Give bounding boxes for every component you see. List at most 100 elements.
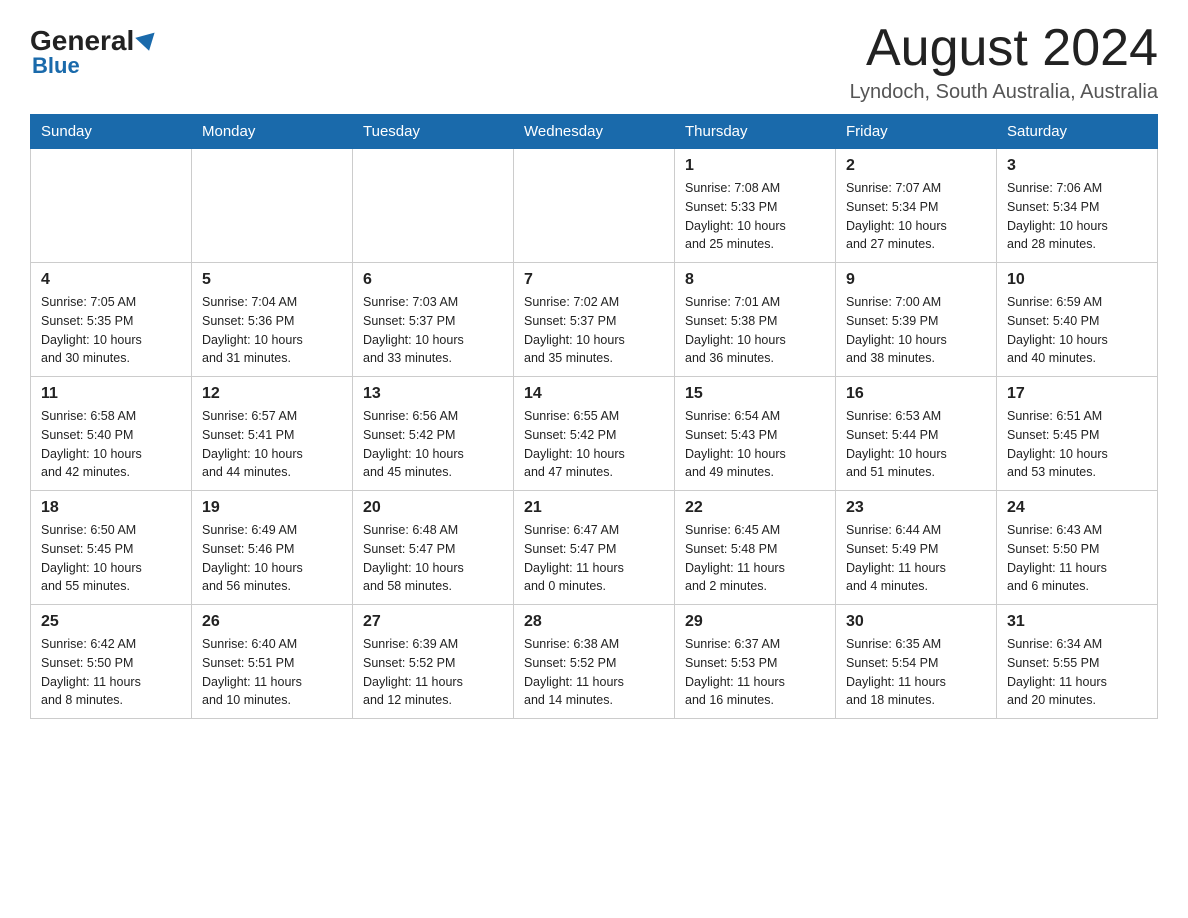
day-number: 17	[1007, 385, 1147, 403]
weekday-header-sunday: Sunday	[31, 115, 192, 149]
day-info: Sunrise: 6:44 AMSunset: 5:49 PMDaylight:…	[846, 521, 986, 596]
day-number: 25	[41, 613, 181, 631]
day-number: 6	[363, 271, 503, 289]
logo: General Blue	[30, 20, 157, 79]
day-info: Sunrise: 7:03 AMSunset: 5:37 PMDaylight:…	[363, 293, 503, 368]
day-info: Sunrise: 7:04 AMSunset: 5:36 PMDaylight:…	[202, 293, 342, 368]
calendar-cell: 31 Sunrise: 6:34 AMSunset: 5:55 PMDayligh…	[997, 605, 1158, 719]
day-info: Sunrise: 6:37 AMSunset: 5:53 PMDaylight:…	[685, 635, 825, 710]
day-info: Sunrise: 6:57 AMSunset: 5:41 PMDaylight:…	[202, 407, 342, 482]
day-info: Sunrise: 7:02 AMSunset: 5:37 PMDaylight:…	[524, 293, 664, 368]
logo-triangle-icon	[136, 33, 159, 54]
day-number: 28	[524, 613, 664, 631]
day-info: Sunrise: 6:59 AMSunset: 5:40 PMDaylight:…	[1007, 293, 1147, 368]
day-number: 31	[1007, 613, 1147, 631]
calendar-cell: 24 Sunrise: 6:43 AMSunset: 5:50 PMDayligh…	[997, 491, 1158, 605]
day-info: Sunrise: 6:40 AMSunset: 5:51 PMDaylight:…	[202, 635, 342, 710]
day-info: Sunrise: 7:08 AMSunset: 5:33 PMDaylight:…	[685, 179, 825, 254]
calendar-cell: 21 Sunrise: 6:47 AMSunset: 5:47 PMDayligh…	[514, 491, 675, 605]
logo-blue-text: Blue	[32, 53, 80, 79]
day-number: 21	[524, 499, 664, 517]
day-number: 13	[363, 385, 503, 403]
day-number: 2	[846, 157, 986, 175]
calendar-cell: 7 Sunrise: 7:02 AMSunset: 5:37 PMDaylight…	[514, 263, 675, 377]
week-row-2: 4Sunrise: 7:05 AMSunset: 5:35 PMDaylight…	[31, 263, 1158, 377]
day-info: Sunrise: 7:00 AMSunset: 5:39 PMDaylight:…	[846, 293, 986, 368]
day-info: Sunrise: 6:34 AMSunset: 5:55 PMDaylight:…	[1007, 635, 1147, 710]
day-info: Sunrise: 6:51 AMSunset: 5:45 PMDaylight:…	[1007, 407, 1147, 482]
day-number: 11	[41, 385, 181, 403]
calendar-cell: 6 Sunrise: 7:03 AMSunset: 5:37 PMDaylight…	[353, 263, 514, 377]
calendar-cell: 11 Sunrise: 6:58 AMSunset: 5:40 PMDayligh…	[31, 377, 192, 491]
calendar-cell: 10 Sunrise: 6:59 AMSunset: 5:40 PMDayligh…	[997, 263, 1158, 377]
title-area: August 2024 Lyndoch, South Australia, Au…	[850, 20, 1158, 104]
calendar-cell	[353, 149, 514, 263]
calendar-cell: 4Sunrise: 7:05 AMSunset: 5:35 PMDaylight…	[31, 263, 192, 377]
week-row-4: 18 Sunrise: 6:50 AMSunset: 5:45 PMDayligh…	[31, 491, 1158, 605]
calendar-cell: 15 Sunrise: 6:54 AMSunset: 5:43 PMDayligh…	[675, 377, 836, 491]
day-info: Sunrise: 6:43 AMSunset: 5:50 PMDaylight:…	[1007, 521, 1147, 596]
day-info: Sunrise: 6:42 AMSunset: 5:50 PMDaylight:…	[41, 635, 181, 710]
day-info: Sunrise: 7:07 AMSunset: 5:34 PMDaylight:…	[846, 179, 986, 254]
page-header: General Blue August 2024 Lyndoch, South …	[30, 20, 1158, 104]
calendar-cell: 19 Sunrise: 6:49 AMSunset: 5:46 PMDayligh…	[192, 491, 353, 605]
calendar-cell: 5 Sunrise: 7:04 AMSunset: 5:36 PMDaylight…	[192, 263, 353, 377]
day-number: 23	[846, 499, 986, 517]
calendar-cell: 13 Sunrise: 6:56 AMSunset: 5:42 PMDayligh…	[353, 377, 514, 491]
calendar-cell: 3Sunrise: 7:06 AMSunset: 5:34 PMDaylight…	[997, 149, 1158, 263]
calendar-cell: 28 Sunrise: 6:38 AMSunset: 5:52 PMDayligh…	[514, 605, 675, 719]
location-text: Lyndoch, South Australia, Australia	[850, 81, 1158, 104]
day-number: 22	[685, 499, 825, 517]
day-number: 26	[202, 613, 342, 631]
calendar-cell: 9Sunrise: 7:00 AMSunset: 5:39 PMDaylight…	[836, 263, 997, 377]
day-number: 4	[41, 271, 181, 289]
weekday-header-monday: Monday	[192, 115, 353, 149]
calendar-cell: 27Sunrise: 6:39 AMSunset: 5:52 PMDayligh…	[353, 605, 514, 719]
day-info: Sunrise: 6:49 AMSunset: 5:46 PMDaylight:…	[202, 521, 342, 596]
calendar-cell: 20Sunrise: 6:48 AMSunset: 5:47 PMDayligh…	[353, 491, 514, 605]
day-number: 29	[685, 613, 825, 631]
calendar-cell: 16 Sunrise: 6:53 AMSunset: 5:44 PMDayligh…	[836, 377, 997, 491]
day-number: 16	[846, 385, 986, 403]
day-number: 14	[524, 385, 664, 403]
calendar-cell: 22Sunrise: 6:45 AMSunset: 5:48 PMDayligh…	[675, 491, 836, 605]
day-info: Sunrise: 6:56 AMSunset: 5:42 PMDaylight:…	[363, 407, 503, 482]
calendar-cell: 30 Sunrise: 6:35 AMSunset: 5:54 PMDayligh…	[836, 605, 997, 719]
week-row-5: 25 Sunrise: 6:42 AMSunset: 5:50 PMDayligh…	[31, 605, 1158, 719]
day-info: Sunrise: 6:58 AMSunset: 5:40 PMDaylight:…	[41, 407, 181, 482]
day-info: Sunrise: 6:38 AMSunset: 5:52 PMDaylight:…	[524, 635, 664, 710]
day-number: 7	[524, 271, 664, 289]
day-number: 12	[202, 385, 342, 403]
week-row-3: 11 Sunrise: 6:58 AMSunset: 5:40 PMDayligh…	[31, 377, 1158, 491]
weekday-header-row: SundayMondayTuesdayWednesdayThursdayFrid…	[31, 115, 1158, 149]
calendar-cell: 2 Sunrise: 7:07 AMSunset: 5:34 PMDaylight…	[836, 149, 997, 263]
day-info: Sunrise: 6:35 AMSunset: 5:54 PMDaylight:…	[846, 635, 986, 710]
calendar-cell: 18 Sunrise: 6:50 AMSunset: 5:45 PMDayligh…	[31, 491, 192, 605]
calendar-table: SundayMondayTuesdayWednesdayThursdayFrid…	[30, 114, 1158, 719]
day-number: 15	[685, 385, 825, 403]
weekday-header-wednesday: Wednesday	[514, 115, 675, 149]
week-row-1: 1Sunrise: 7:08 AMSunset: 5:33 PMDaylight…	[31, 149, 1158, 263]
day-number: 18	[41, 499, 181, 517]
day-info: Sunrise: 6:39 AMSunset: 5:52 PMDaylight:…	[363, 635, 503, 710]
calendar-cell: 29 Sunrise: 6:37 AMSunset: 5:53 PMDayligh…	[675, 605, 836, 719]
day-info: Sunrise: 6:47 AMSunset: 5:47 PMDaylight:…	[524, 521, 664, 596]
calendar-cell: 14 Sunrise: 6:55 AMSunset: 5:42 PMDayligh…	[514, 377, 675, 491]
day-number: 19	[202, 499, 342, 517]
day-info: Sunrise: 6:55 AMSunset: 5:42 PMDaylight:…	[524, 407, 664, 482]
calendar-cell	[514, 149, 675, 263]
weekday-header-thursday: Thursday	[675, 115, 836, 149]
day-info: Sunrise: 6:53 AMSunset: 5:44 PMDaylight:…	[846, 407, 986, 482]
day-number: 10	[1007, 271, 1147, 289]
weekday-header-friday: Friday	[836, 115, 997, 149]
calendar-cell: 23 Sunrise: 6:44 AMSunset: 5:49 PMDayligh…	[836, 491, 997, 605]
day-number: 24	[1007, 499, 1147, 517]
day-info: Sunrise: 6:50 AMSunset: 5:45 PMDaylight:…	[41, 521, 181, 596]
day-info: Sunrise: 6:48 AMSunset: 5:47 PMDaylight:…	[363, 521, 503, 596]
calendar-cell: 1Sunrise: 7:08 AMSunset: 5:33 PMDaylight…	[675, 149, 836, 263]
day-number: 3	[1007, 157, 1147, 175]
day-info: Sunrise: 6:54 AMSunset: 5:43 PMDaylight:…	[685, 407, 825, 482]
calendar-cell	[192, 149, 353, 263]
day-number: 5	[202, 271, 342, 289]
day-number: 30	[846, 613, 986, 631]
